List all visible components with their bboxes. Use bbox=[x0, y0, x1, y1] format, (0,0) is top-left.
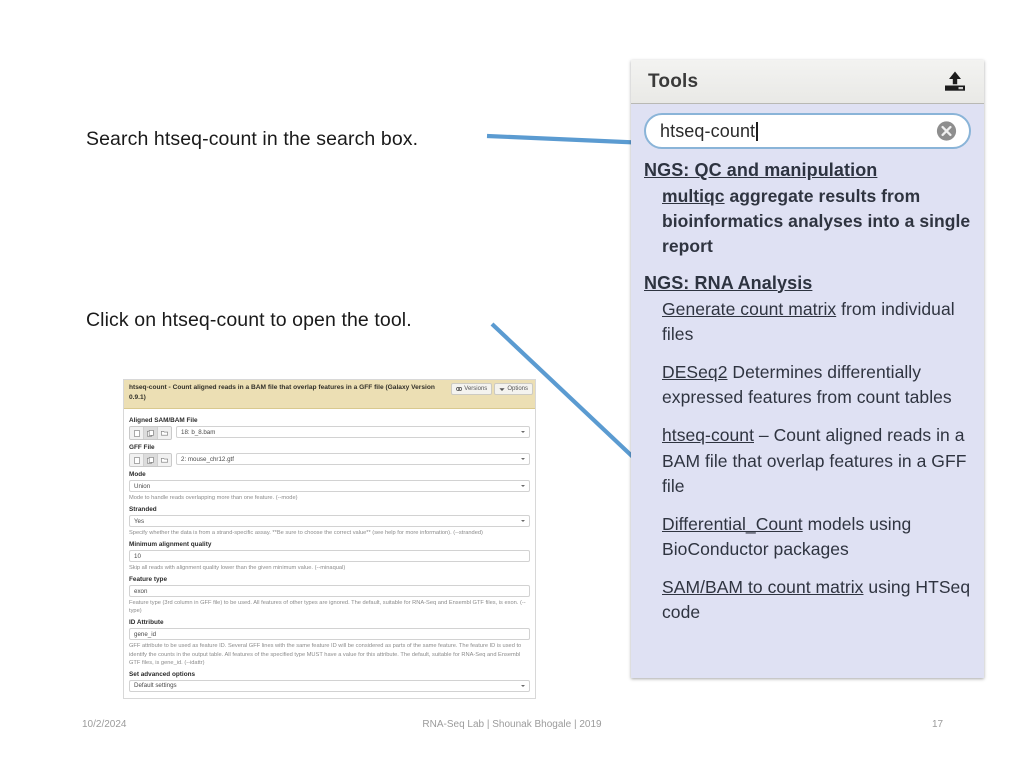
search-input[interactable]: htseq-count bbox=[644, 113, 971, 149]
minimum-alignment-quality-input[interactable]: 10 bbox=[129, 550, 530, 563]
field-row-aligned-sam-bam: 18: b_8.bam bbox=[129, 426, 530, 440]
callout-search-instruction: Search htseq-count in the search box. bbox=[86, 128, 419, 150]
tool-list-item-multiqc[interactable]: multiqc aggregate results from bioinform… bbox=[644, 184, 972, 260]
tool-section-ngs-rna-analysis: NGS: RNA Analysis Generate count matrix … bbox=[631, 273, 984, 626]
galaxy-tools-panel: Tools htseq-count NGS: QC and manipulati… bbox=[631, 60, 984, 678]
field-label-id-attribute: ID Attribute bbox=[129, 619, 164, 627]
field-label-gff-file: GFF File bbox=[129, 444, 155, 451]
footer-page-number: 17 bbox=[932, 718, 944, 730]
id-attribute-value: gene_id bbox=[134, 630, 157, 638]
tool-name[interactable]: Differential_Count bbox=[662, 514, 803, 534]
arrow-to-search-box bbox=[486, 130, 665, 155]
mode-value: Union bbox=[134, 482, 151, 490]
field-row-gff-file: 2: mouse_chr12.gtf bbox=[129, 453, 530, 467]
set-advanced-options-value: Default settings bbox=[134, 682, 177, 690]
tool-name[interactable]: SAM/BAM to count matrix bbox=[662, 577, 864, 597]
gff-file-value: 2: mouse_chr12.gtf bbox=[181, 455, 234, 463]
search-input-value: htseq-count bbox=[660, 120, 756, 141]
field-label-aligned-sam-bam: Aligned SAM/BAM File bbox=[129, 417, 198, 424]
minimum-alignment-quality-help-text: Skip all reads with alignment quality lo… bbox=[129, 565, 346, 572]
tool-name[interactable]: Generate count matrix bbox=[662, 299, 836, 319]
versions-label: Versions bbox=[464, 386, 488, 392]
set-advanced-options-select[interactable]: Default settings bbox=[129, 679, 530, 692]
dataset-source-toggle-group bbox=[129, 453, 172, 467]
tool-form-body: Aligned SAM/BAM File 18: b_8.bam GFF Fil… bbox=[124, 409, 535, 698]
single-dataset-icon[interactable] bbox=[130, 454, 144, 466]
options-label: Options bbox=[507, 386, 528, 392]
field-label-feature-type: Feature type bbox=[129, 576, 168, 584]
dataset-collection-folder-icon[interactable] bbox=[158, 454, 171, 466]
dataset-collection-folder-icon[interactable] bbox=[158, 427, 171, 439]
tool-list-item-sam-bam-to-count-matrix[interactable]: SAM/BAM to count matrix using HTSeq code bbox=[644, 575, 972, 625]
mode-help-text: Mode to handle reads overlapping more th… bbox=[129, 495, 298, 501]
feature-type-help-text: Feature type (3rd column in GFF file) to… bbox=[129, 600, 526, 615]
mode-select[interactable]: Union bbox=[129, 480, 530, 492]
tool-list-item-htseq-count[interactable]: htseq-count – Count aligned reads in a B… bbox=[644, 423, 972, 499]
tool-list-item-deseq2[interactable]: DESeq2 Determines differentially express… bbox=[644, 360, 972, 410]
aligned-sam-bam-value: 18: b_8.bam bbox=[181, 428, 216, 436]
stranded-value: Yes bbox=[134, 517, 145, 525]
footer-date: 10/2/2024 bbox=[82, 718, 127, 730]
versions-icon bbox=[456, 387, 463, 391]
aligned-sam-bam-select[interactable]: 18: b_8.bam bbox=[176, 426, 530, 438]
feature-type-value: exon bbox=[134, 587, 148, 595]
tool-form-title: htseq-count - Count aligned reads in a B… bbox=[129, 384, 435, 401]
tool-form-header: htseq-count - Count aligned reads in a B… bbox=[124, 380, 535, 409]
options-button[interactable]: Options bbox=[494, 383, 533, 395]
feature-type-input[interactable]: exon bbox=[129, 585, 530, 598]
upload-icon[interactable] bbox=[938, 67, 972, 97]
callout-click-instruction: Click on htseq-count to open the tool. bbox=[86, 309, 412, 331]
text-caret bbox=[756, 121, 758, 141]
caret-down-icon bbox=[499, 387, 505, 391]
field-label-stranded: Stranded bbox=[129, 506, 157, 514]
tool-section-heading: NGS: RNA Analysis bbox=[644, 272, 813, 293]
tool-section-ngs-qc: NGS: QC and manipulation multiqc aggrega… bbox=[631, 160, 984, 260]
tool-name[interactable]: DESeq2 bbox=[662, 362, 727, 382]
minimum-alignment-quality-value: 10 bbox=[134, 552, 141, 560]
field-label-set-advanced-options: Set advanced options bbox=[129, 670, 196, 678]
field-label-mode: Mode bbox=[129, 471, 146, 478]
tool-name[interactable]: htseq-count bbox=[662, 425, 754, 445]
tool-name[interactable]: multiqc bbox=[662, 186, 725, 206]
gff-file-select[interactable]: 2: mouse_chr12.gtf bbox=[176, 453, 530, 465]
id-attribute-help-text: GFF attribute to be used as feature ID. … bbox=[129, 643, 522, 666]
tools-panel-title: Tools bbox=[648, 70, 699, 92]
stranded-select[interactable]: Yes bbox=[129, 515, 530, 528]
dataset-source-toggle-group bbox=[129, 426, 172, 440]
versions-button[interactable]: Versions bbox=[451, 383, 493, 395]
tool-search-row: htseq-count bbox=[631, 104, 984, 153]
multiple-datasets-icon[interactable] bbox=[144, 454, 158, 466]
tool-form-header-buttons: Versions Options bbox=[451, 383, 533, 395]
footer-center-text: RNA-Seq Lab | Shounak Bhogale | 2019 bbox=[422, 718, 602, 730]
single-dataset-icon[interactable] bbox=[130, 427, 144, 439]
tool-section-heading: NGS: QC and manipulation bbox=[644, 160, 878, 180]
tools-panel-header: Tools bbox=[631, 60, 984, 104]
id-attribute-input[interactable]: gene_id bbox=[129, 628, 530, 641]
tool-list-item-generate-count-matrix[interactable]: Generate count matrix from individual fi… bbox=[644, 297, 972, 347]
field-label-minimum-alignment-quality: Minimum alignment quality bbox=[129, 541, 212, 549]
multiple-datasets-icon[interactable] bbox=[144, 427, 158, 439]
htseq-count-tool-form: htseq-count - Count aligned reads in a B… bbox=[123, 379, 536, 699]
tool-list-item-differential-count[interactable]: Differential_Count models using BioCondu… bbox=[644, 512, 972, 562]
stranded-help-text: Specify whether the data is from a stran… bbox=[129, 530, 483, 537]
clear-circle-icon[interactable] bbox=[936, 121, 957, 142]
